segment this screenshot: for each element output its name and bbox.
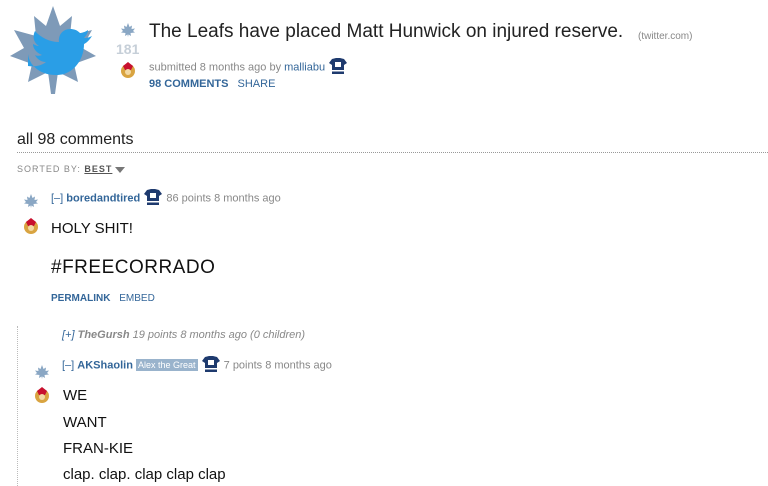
post-score: 181 xyxy=(116,41,140,57)
comment-meta: 7 points 8 months ago xyxy=(223,359,332,372)
comment-line: WANT xyxy=(63,414,107,431)
comment-buttons: PERMALINK EMBED xyxy=(51,293,155,304)
comment-line: WE xyxy=(63,387,88,404)
comment-meta: 19 points 8 months ago (0 children) xyxy=(132,329,306,341)
post-tagline: submitted 8 months ago by malliabu xyxy=(149,57,348,78)
jersey-icon xyxy=(201,355,221,376)
downvote-icon[interactable] xyxy=(120,60,136,85)
comment-upvote-icon[interactable] xyxy=(23,193,39,214)
submitted-text: submitted 8 months ago by xyxy=(149,61,282,74)
share-link[interactable]: SHARE xyxy=(238,78,276,90)
comment-author-link[interactable]: AKShaolin xyxy=(77,359,133,371)
comments-link[interactable]: 98 COMMENTS xyxy=(149,78,228,90)
comment-meta: 86 points 8 months ago xyxy=(166,192,281,205)
comment-upvote-icon[interactable] xyxy=(34,364,50,385)
comment-line: #FREECORRADO xyxy=(51,257,216,278)
user-flair: Alex the Great xyxy=(135,359,198,372)
jersey-icon xyxy=(143,188,163,209)
child-thread-line xyxy=(17,326,18,486)
sort-menu[interactable]: SORTED BY: BEST xyxy=(17,164,126,174)
permalink-link[interactable]: PERMALINK xyxy=(51,293,110,304)
upvote-icon[interactable] xyxy=(120,22,136,43)
comment-line: FRAN-KIE xyxy=(63,440,134,457)
comment-downvote-icon[interactable] xyxy=(34,385,50,410)
chevron-down-icon[interactable] xyxy=(115,166,126,173)
comment-line: HOLY SHIT! xyxy=(51,220,133,237)
comment-downvote-icon[interactable] xyxy=(23,216,39,241)
embed-link[interactable]: EMBED xyxy=(119,293,155,304)
header-divider xyxy=(17,152,768,153)
collapsed-comment-tagline: [+] TheGursh 19 points 8 months ago (0 c… xyxy=(62,329,305,341)
collapse-toggle[interactable]: [–] xyxy=(62,359,74,371)
comments-header-title: all 98 comments xyxy=(17,131,134,148)
comment-author-link[interactable]: boredandtired xyxy=(66,192,140,204)
comment-author-link[interactable]: TheGursh xyxy=(78,329,130,341)
post-domain[interactable]: (twitter.com) xyxy=(638,31,692,42)
sort-label: SORTED BY: xyxy=(17,164,81,174)
comment-tagline: [–] AKShaolin Alex the Great 7 points 8 … xyxy=(62,355,332,376)
comment-tagline: [–] boredandtired 86 points 8 months ago xyxy=(51,188,281,209)
comment-line: clap. clap. clap clap clap xyxy=(63,466,226,483)
post-thumbnail-icon[interactable] xyxy=(8,4,98,96)
jersey-icon xyxy=(328,57,348,78)
collapse-toggle[interactable]: [–] xyxy=(51,192,63,204)
post-author-link[interactable]: malliabu xyxy=(284,61,325,73)
post-title[interactable]: The Leafs have placed Matt Hunwick on in… xyxy=(149,21,623,43)
expand-toggle[interactable]: [+] xyxy=(62,329,75,341)
sort-value[interactable]: BEST xyxy=(84,164,112,174)
post-buttons: 98 COMMENTS SHARE xyxy=(149,78,275,90)
